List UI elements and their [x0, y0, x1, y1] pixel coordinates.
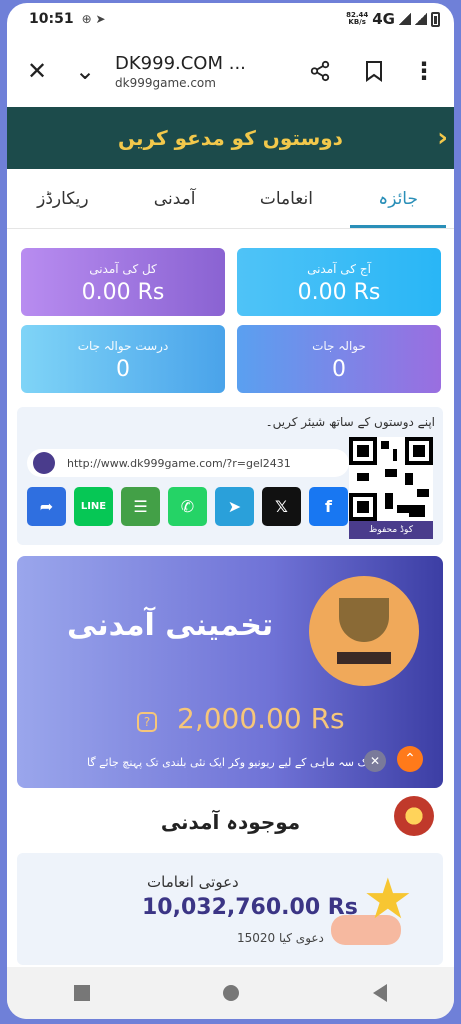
tab-income[interactable]: آمدنی	[119, 169, 231, 228]
browser-toolbar: ✕ ⌄ DK999.COM ... dk999game.com ⋮	[7, 35, 454, 107]
qr-code	[349, 437, 433, 521]
close-icon[interactable]: ✕	[364, 750, 386, 772]
reward-claim-count: 15020 دعوی کیا	[237, 931, 324, 945]
stat-value: 0	[332, 357, 346, 382]
status-time: 10:51	[29, 11, 74, 27]
line-icon[interactable]: LINE	[74, 487, 113, 526]
stat-valid-referrals: درست حوالہ جات 0	[21, 325, 225, 393]
tab-records[interactable]: ریکارڈز	[7, 169, 119, 228]
bookmark-icon[interactable]	[356, 53, 392, 89]
stat-value: 0.00 Rs	[297, 280, 381, 305]
lucky-wheel-icon[interactable]	[394, 796, 434, 836]
reward-label: دعوتی انعامات	[147, 873, 239, 891]
stat-label: آج کی آمدنی	[307, 262, 371, 276]
estimated-income-card: تخمینی آمدنی ? 2,000.00 Rs ایک سہ ماہی ک…	[17, 556, 443, 788]
signal-icon-2	[415, 13, 427, 25]
status-right: 82.44 KB/s 4G	[346, 10, 440, 28]
status-bar: 10:51 ⊕ ➤ 82.44 KB/s 4G	[7, 3, 454, 35]
estimated-income-note: ایک سہ ماہی کے لیے ریونیو وکر ایک نئی بل…	[87, 756, 374, 769]
star-icon: ★	[362, 867, 413, 932]
share-heading: اپنے دوستوں کے ساتھ شیئر کریں۔	[265, 415, 435, 429]
tab-rewards[interactable]: انعامات	[231, 169, 343, 228]
stat-label: درست حوالہ جات	[77, 339, 169, 353]
share-icon[interactable]	[302, 53, 338, 89]
share-forward-icon[interactable]: ➦	[27, 487, 66, 526]
save-qr-label[interactable]: کوڈ محفوظ	[349, 521, 433, 539]
invite-rewards-card: دعوتی انعامات 10,032,760.00 Rs 15020 دعو…	[17, 853, 443, 965]
stat-value: 0	[116, 357, 130, 382]
stat-today-income: آج کی آمدنی 0.00 Rs	[237, 248, 441, 316]
estimated-income-amount: 2,000.00 Rs	[177, 702, 345, 735]
stat-value: 0.00 Rs	[81, 280, 165, 305]
sms-icon[interactable]: ☰	[121, 487, 160, 526]
more-vert-icon[interactable]: ⋮	[406, 53, 442, 89]
recents-button[interactable]	[62, 973, 102, 1013]
link-icon	[33, 452, 55, 474]
notification-icons: ⊕ ➤	[81, 12, 106, 26]
facebook-icon[interactable]: f	[309, 487, 348, 526]
invite-banner[interactable]: دوستوں کو مدعو کریں ›	[7, 107, 454, 169]
reward-amount: 10,032,760.00 Rs	[142, 895, 358, 920]
scroll-up-icon[interactable]: ⌃	[397, 746, 423, 772]
share-panel: اپنے دوستوں کے ساتھ شیئر کریں۔ http://ww…	[17, 407, 443, 545]
net-speed: 82.44 KB/s	[346, 11, 369, 26]
stat-referrals: حوالہ جات 0	[237, 325, 441, 393]
tab-bar: جائزہ انعامات آمدنی ریکارڈز	[7, 169, 454, 229]
signal-icon	[399, 13, 411, 25]
referral-link: http://www.dk999game.com/?r=gel2431	[67, 456, 291, 470]
phone-screen: 10:51 ⊕ ➤ 82.44 KB/s 4G ✕ ⌄ DK999.COM ...…	[7, 3, 454, 1019]
referral-link-field[interactable]: http://www.dk999game.com/?r=gel2431	[27, 449, 349, 477]
chevron-down-icon[interactable]: ⌄	[67, 53, 103, 89]
network-type: 4G	[372, 10, 395, 28]
stat-label: حوالہ جات	[312, 339, 366, 353]
back-button[interactable]	[360, 973, 400, 1013]
page-title: DK999.COM ...	[115, 52, 246, 74]
chevron-right-icon[interactable]: ›	[437, 123, 448, 153]
stat-label: کل کی آمدنی	[89, 262, 157, 276]
close-icon[interactable]: ✕	[19, 53, 55, 89]
whatsapp-icon[interactable]: ✆	[168, 487, 207, 526]
tab-overview[interactable]: جائزہ	[342, 169, 454, 228]
system-nav-bar	[7, 967, 454, 1019]
trophy-icon	[309, 576, 419, 686]
help-icon[interactable]: ?	[137, 712, 157, 732]
estimated-income-title: تخمینی آمدنی	[67, 608, 274, 643]
current-income-title: موجودہ آمدنی	[160, 810, 301, 834]
social-share-row: ➦ LINE ☰ ✆ ➤ 𝕏 f	[27, 487, 348, 526]
page-url: dk999game.com	[115, 75, 216, 90]
x-icon[interactable]: 𝕏	[262, 487, 301, 526]
telegram-icon[interactable]: ➤	[215, 487, 254, 526]
banner-text: دوستوں کو مدعو کریں	[118, 126, 343, 150]
url-box[interactable]: DK999.COM ... dk999game.com	[115, 53, 302, 90]
home-button[interactable]	[211, 973, 251, 1013]
battery-icon	[431, 11, 440, 27]
stat-total-income: کل کی آمدنی 0.00 Rs	[21, 248, 225, 316]
